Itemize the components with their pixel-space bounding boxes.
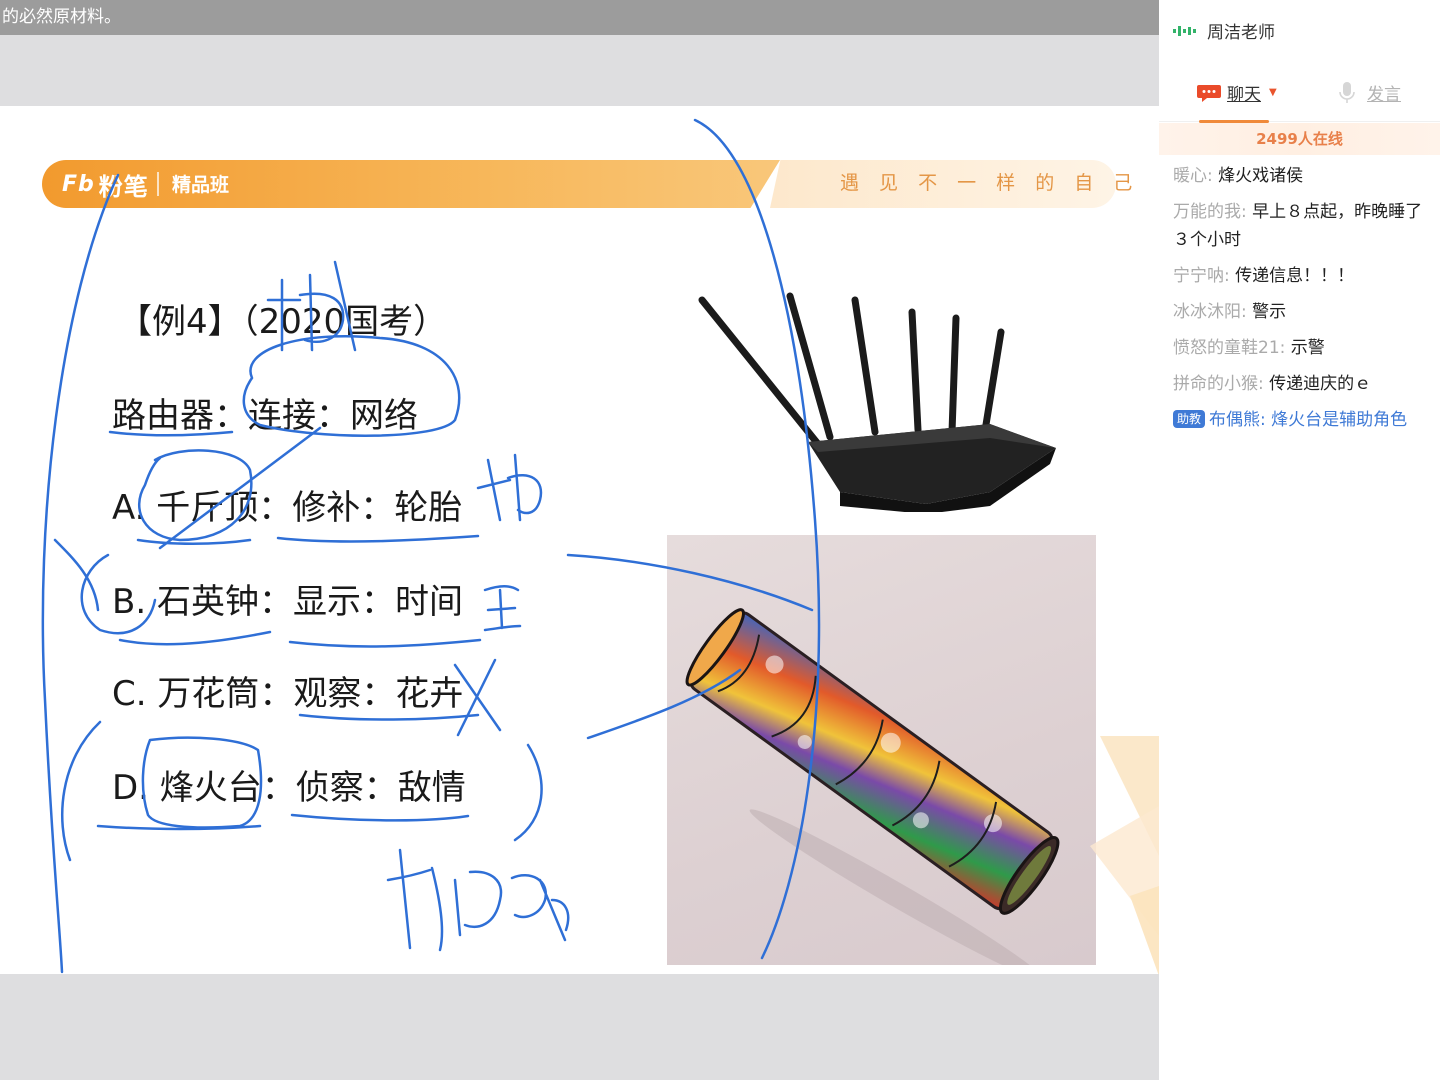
assistant-badge: 助教 (1173, 410, 1206, 428)
chat-message: 宁宁呐: 传递信息！！！ (1173, 262, 1433, 290)
teacher-header: 周洁老师 (1173, 18, 1275, 43)
presentation-stage: 的必然原材料。 Fb 粉笔 精品班 遇 见 不 一 样 的 自 己 【例4】（2… (0, 0, 1159, 1080)
tab-speak[interactable]: 发言 (1339, 80, 1401, 105)
message-text: 警示 (1246, 302, 1287, 322)
slide: Fb 粉笔 精品班 遇 见 不 一 样 的 自 己 【例4】（2020国考） 路… (0, 106, 1159, 974)
caption-bar: 的必然原材料。 (0, 0, 1159, 35)
chat-message: 暖心: 烽火戏诸侯 (1173, 162, 1433, 190)
message-text: 传递信息！！！ (1229, 266, 1355, 286)
message-user: 愤怒的童鞋21: (1173, 338, 1286, 358)
logo-mark: Fb (62, 171, 95, 197)
option-d: D. 烽火台：侦察：敌情 (112, 768, 466, 808)
message-text: 烽火戏诸侯 (1212, 166, 1304, 186)
tab-chat[interactable]: 聊天 ▼ (1197, 80, 1277, 105)
option-c: C. 万花筒：观察：花卉 (112, 674, 464, 714)
microphone-icon (1339, 81, 1355, 103)
message-user: 万能的我: (1173, 202, 1247, 222)
chat-messages[interactable]: 暖心: 烽火戏诸侯 万能的我: 早上８点起，昨晚睡了３个小时 宁宁呐: 传递信息… (1173, 162, 1433, 442)
tab-chat-label: 聊天 (1227, 85, 1261, 105)
teacher-name: 周洁老师 (1207, 23, 1275, 43)
online-count: 2499人在线 (1159, 123, 1440, 155)
logo-name: 粉笔 (98, 172, 149, 201)
chat-bubble-icon (1197, 84, 1221, 102)
message-user: 暖心: (1173, 166, 1213, 186)
kaleidoscope-photo (667, 535, 1096, 965)
message-text: 传递迪庆的ｅ (1263, 374, 1372, 394)
live-audio-icon (1173, 25, 1196, 36)
router-image (698, 292, 1056, 512)
message-user: 宁宁呐: (1173, 266, 1230, 286)
message-user: 拼命的小猴: (1173, 374, 1264, 394)
message-text: 示警 (1285, 338, 1325, 358)
question-stem: 路由器：连接：网络 (112, 396, 418, 436)
fenbi-logo: Fb 粉笔 (62, 168, 149, 201)
chat-message: 拼命的小猴: 传递迪庆的ｅ (1173, 370, 1433, 398)
chat-message: 冰冰沐阳: 警示 (1173, 298, 1433, 326)
option-a: A. 千斤顶：修补：轮胎 (112, 488, 463, 528)
decorative-triangles (1090, 736, 1159, 974)
option-b: B. 石英钟：显示：时间 (112, 582, 463, 622)
slogan: 遇 见 不 一 样 的 自 己 (840, 172, 1140, 194)
question-title: 【例4】（2020国考） (118, 302, 448, 342)
kaleidoscope-illustration (685, 608, 1060, 965)
tab-speak-label: 发言 (1367, 85, 1401, 105)
message-user: 布偶熊: (1209, 410, 1266, 430)
brand-divider (157, 172, 159, 196)
message-text: 烽火台是辅助角色 (1265, 410, 1408, 430)
message-user: 冰冰沐阳: (1173, 302, 1247, 322)
chat-message: 愤怒的童鞋21: 示警 (1173, 334, 1433, 362)
caption-text: 的必然原材料。 (2, 7, 121, 27)
side-panel: 周洁老师 聊天 ▼ 发言 2499人在线 暖心: 烽火戏诸侯 万能的我: 早上８… (1159, 0, 1440, 1080)
class-label: 精品班 (172, 174, 230, 196)
chat-message: 万能的我: 早上８点起，昨晚睡了３个小时 (1173, 198, 1433, 254)
assistant-message: 助教 布偶熊: 烽火台是辅助角色 (1173, 406, 1433, 434)
panel-tabs: 聊天 ▼ 发言 (1159, 72, 1440, 123)
header-band-left (42, 160, 780, 208)
chevron-down-icon[interactable]: ▼ (1269, 87, 1277, 98)
